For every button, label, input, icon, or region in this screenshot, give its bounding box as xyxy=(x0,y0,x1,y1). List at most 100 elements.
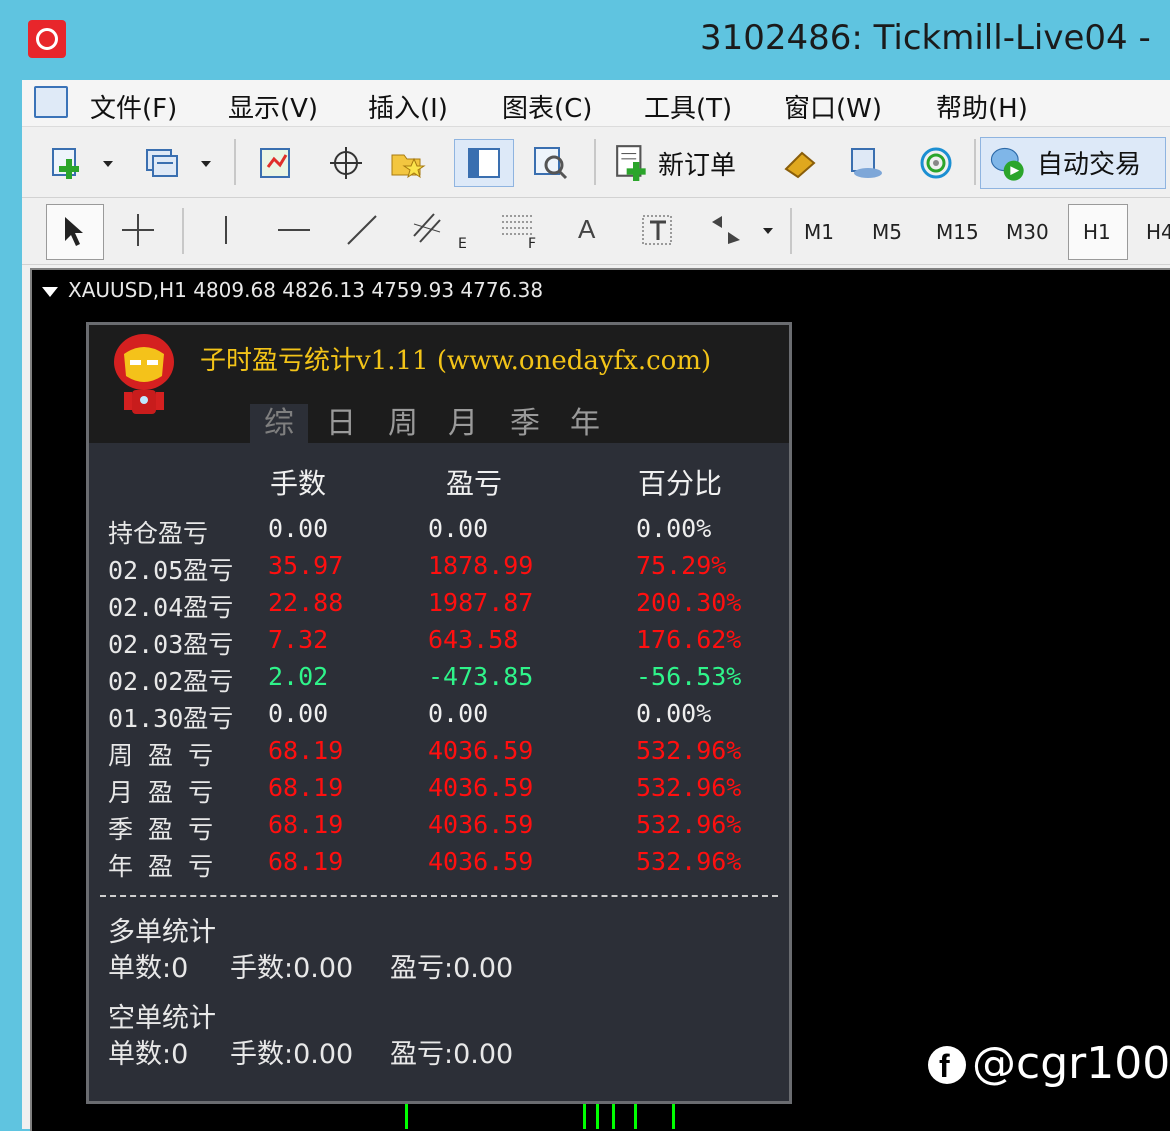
crosshair-tool-icon[interactable] xyxy=(120,212,156,248)
equidistant-channel-icon[interactable] xyxy=(410,210,446,246)
auto-trading-icon xyxy=(990,147,1024,181)
row-lots: 22.88 xyxy=(268,588,344,617)
row-lots: 68.19 xyxy=(268,773,344,802)
cursor-icon xyxy=(65,217,83,246)
menu-charts[interactable]: 图表(C) xyxy=(502,88,592,125)
dropdown-arrow-icon[interactable] xyxy=(760,212,776,248)
short-stats-count: 单数:0 xyxy=(108,1039,189,1070)
fibonacci-sub-label: F xyxy=(528,236,537,252)
row-label: 月 盈 亏 xyxy=(108,778,214,807)
table-row: 02.04盈亏 22.88 1987.87 200.30% xyxy=(108,588,768,624)
strategy-tester-icon[interactable] xyxy=(782,145,818,181)
app-logo-icon[interactable] xyxy=(28,20,66,58)
row-pnl: 643.58 xyxy=(428,625,519,654)
row-percent: 200.30% xyxy=(636,588,742,617)
data-window-icon[interactable] xyxy=(532,145,568,181)
profiles-icon[interactable] xyxy=(144,145,180,181)
standard-toolbar: 新订单 自动交易 xyxy=(22,127,1170,198)
favorites-icon[interactable] xyxy=(390,145,426,181)
row-lots: 0.00 xyxy=(268,699,329,728)
tab-year[interactable]: 年 xyxy=(556,404,614,444)
long-stats-count: 单数:0 xyxy=(108,953,189,984)
long-stats-title: 多单统计 xyxy=(108,917,216,948)
table-row: 02.05盈亏 35.97 1878.99 75.29% xyxy=(108,551,768,587)
timeframe-h1: H1 xyxy=(1083,220,1111,244)
new-chart-icon[interactable] xyxy=(50,145,86,181)
row-percent: 532.96% xyxy=(636,736,742,765)
tab-week[interactable]: 周 xyxy=(374,404,432,444)
candle-mark xyxy=(583,1104,586,1129)
row-lots: 7.32 xyxy=(268,625,329,654)
timeframe-m30[interactable]: M30 xyxy=(1006,220,1049,244)
row-label: 季 盈 亏 xyxy=(108,815,214,844)
timeframe-h4[interactable]: H4 xyxy=(1146,220,1170,244)
row-pnl: 1987.87 xyxy=(428,588,534,617)
arrows-icon[interactable] xyxy=(708,212,744,248)
column-header-percent: 百分比 xyxy=(638,467,723,500)
toolbar-separator xyxy=(974,139,976,185)
row-percent: 532.96% xyxy=(636,773,742,802)
new-order-button[interactable]: 新订单 xyxy=(614,141,756,185)
short-stats-title: 空单统计 xyxy=(108,1003,216,1034)
text-tool[interactable]: A xyxy=(578,214,595,245)
auto-trading-button[interactable]: 自动交易 xyxy=(980,137,1166,189)
row-label: 01.30盈亏 xyxy=(108,704,234,733)
row-pnl: 4036.59 xyxy=(428,773,534,802)
menu-tools[interactable]: 工具(T) xyxy=(644,88,732,125)
row-pnl: 0.00 xyxy=(428,699,489,728)
timeframe-m15[interactable]: M15 xyxy=(936,220,979,244)
row-percent: 75.29% xyxy=(636,551,727,580)
chart-symbol-header: XAUUSD,H1 4809.68 4826.13 4759.93 4776.3… xyxy=(42,278,543,302)
iron-man-avatar-icon xyxy=(114,334,174,414)
menu-insert[interactable]: 插入(I) xyxy=(368,88,448,125)
cursor-tool[interactable] xyxy=(46,204,104,260)
tab-day[interactable]: 日 xyxy=(312,404,370,444)
meta-editor-icon[interactable] xyxy=(848,145,884,181)
menu-window[interactable]: 窗口(W) xyxy=(784,88,882,125)
row-percent: 176.62% xyxy=(636,625,742,654)
toolbar-separator xyxy=(234,139,236,185)
market-watch-icon[interactable] xyxy=(258,145,294,181)
collapse-triangle-icon[interactable] xyxy=(42,286,58,297)
row-pnl: 4036.59 xyxy=(428,736,534,765)
horizontal-line-icon[interactable] xyxy=(276,212,312,248)
row-pnl: 4036.59 xyxy=(428,810,534,839)
navigator-toggle[interactable] xyxy=(454,139,514,187)
text-label-icon[interactable] xyxy=(640,212,676,248)
timeframe-m5[interactable]: M5 xyxy=(872,220,902,244)
table-row: 月 盈 亏 68.19 4036.59 532.96% xyxy=(108,773,768,809)
toolbar-separator xyxy=(790,208,792,254)
row-label: 02.02盈亏 xyxy=(108,667,234,696)
signals-icon[interactable] xyxy=(918,145,954,181)
table-row: 02.03盈亏 7.32 643.58 176.62% xyxy=(108,625,768,661)
row-lots: 68.19 xyxy=(268,847,344,876)
candle-mark xyxy=(405,1104,408,1129)
tab-month[interactable]: 月 xyxy=(434,404,492,444)
dropdown-arrow-icon[interactable] xyxy=(198,145,214,181)
candle-mark xyxy=(634,1104,637,1129)
trendline-icon[interactable] xyxy=(344,212,380,248)
tab-quarter[interactable]: 季 xyxy=(496,404,554,444)
menu-view[interactable]: 显示(V) xyxy=(228,88,318,125)
row-lots: 0.00 xyxy=(268,514,329,543)
chart-window-icon[interactable] xyxy=(34,86,68,118)
menu-file[interactable]: 文件(F) xyxy=(90,88,177,125)
crosshair-icon[interactable] xyxy=(328,145,364,181)
vertical-line-icon[interactable] xyxy=(208,212,244,248)
row-label: 02.03盈亏 xyxy=(108,630,234,659)
column-header-lots: 手数 xyxy=(270,467,327,500)
menu-help[interactable]: 帮助(H) xyxy=(936,88,1028,125)
table-row: 季 盈 亏 68.19 4036.59 532.96% xyxy=(108,810,768,846)
dropdown-arrow-icon[interactable] xyxy=(100,145,116,181)
tab-summary[interactable]: 综 xyxy=(250,404,308,444)
column-header-pnl: 盈亏 xyxy=(446,467,503,500)
row-percent: 532.96% xyxy=(636,810,742,839)
timeframe-h1-active[interactable]: H1 xyxy=(1068,204,1128,260)
toolbar-separator xyxy=(594,139,596,185)
timeframe-m1[interactable]: M1 xyxy=(804,220,834,244)
row-percent: 0.00% xyxy=(636,699,712,728)
row-lots: 68.19 xyxy=(268,736,344,765)
row-label: 02.04盈亏 xyxy=(108,593,234,622)
candle-mark xyxy=(672,1104,675,1129)
table-row: 02.02盈亏 2.02 -473.85 -56.53% xyxy=(108,662,768,698)
